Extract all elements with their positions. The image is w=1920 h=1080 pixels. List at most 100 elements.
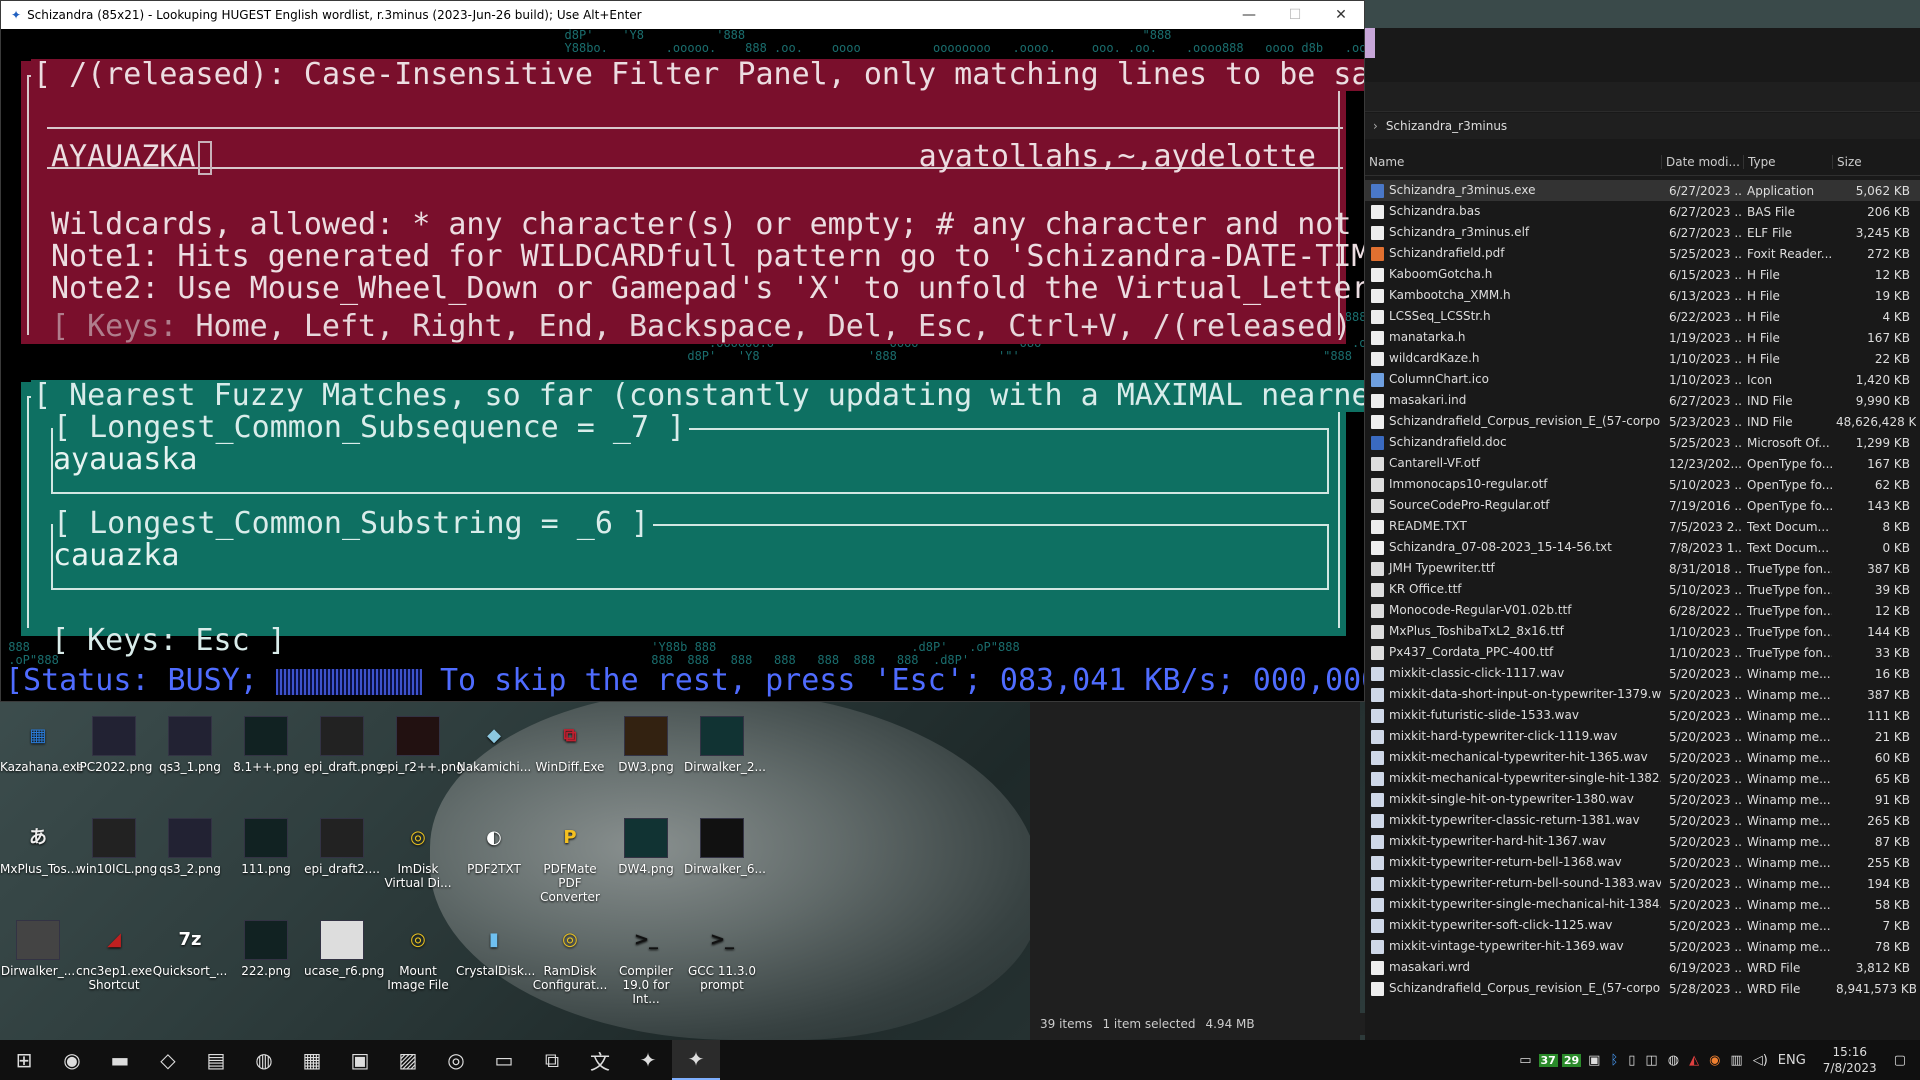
taskbar-app-yellow-icon[interactable]: ◍ <box>240 1040 288 1080</box>
desktop-icon[interactable]: 7z Quicksort_... <box>152 920 228 979</box>
column-name[interactable]: Name <box>1365 155 1661 169</box>
file-row[interactable]: mixkit-typewriter-single-mechanical-hit-… <box>1365 894 1920 915</box>
file-row[interactable]: mixkit-classic-click-1117.wav 5/20/2023 .… <box>1365 663 1920 684</box>
column-type[interactable]: Type <box>1743 154 1832 169</box>
breadcrumb-folder[interactable]: Schizandra_r3minus <box>1386 119 1507 133</box>
file-row[interactable]: Schizandrafield.doc 5/25/2023 ... Microsof… <box>1365 432 1920 453</box>
desktop-icon[interactable]: >_ GCC 11.3.0 prompt <box>684 920 760 993</box>
file-row[interactable]: Immonocaps10-regular.otf 5/10/2023 ... Ope… <box>1365 474 1920 495</box>
file-row[interactable]: Schizandra_r3minus.elf 6/27/2023 ... ELF F… <box>1365 222 1920 243</box>
desktop-icon[interactable]: 8.1++.png <box>228 716 304 774</box>
file-row[interactable]: SourceCodePro-Regular.otf 7/19/2016 ... Op… <box>1365 495 1920 516</box>
file-row[interactable]: Cantarell-VF.otf 12/23/202... OpenType fo.… <box>1365 453 1920 474</box>
file-row[interactable]: mixkit-single-hit-on-typewriter-1380.wav… <box>1365 789 1920 810</box>
desktop-icon[interactable]: Dirwalker_6... <box>684 818 766 876</box>
filter-input[interactable]: AYAUAZKA <box>51 141 212 175</box>
taskbar-notepad-icon[interactable]: ◇ <box>144 1040 192 1080</box>
desktop-icon[interactable]: ◐ PDF2TXT <box>456 818 532 877</box>
desktop-icon[interactable]: ◢ cnc3ep1.exe Shortcut <box>76 920 152 993</box>
file-row[interactable]: mixkit-typewriter-hard-hit-1367.wav 5/20/… <box>1365 831 1920 852</box>
keyboard-icon[interactable]: ▭ <box>1519 1053 1531 1068</box>
file-row[interactable]: mixkit-data-short-input-on-typewriter-13… <box>1365 684 1920 705</box>
desktop-icon[interactable]: epi_draft2.... <box>304 818 380 876</box>
desktop-icon[interactable]: >_ Compiler 19.0 for Int... <box>608 920 684 1007</box>
network-icon[interactable]: ◫ <box>1645 1053 1657 1068</box>
taskbar-paint-icon[interactable]: ▨ <box>384 1040 432 1080</box>
tray-badge-1[interactable]: 37 <box>1538 1053 1558 1067</box>
file-row[interactable]: README.TXT 7/5/2023 2... Text Docum... 8 KB <box>1365 516 1920 537</box>
taskbar-calculator-icon[interactable]: ▦ <box>288 1040 336 1080</box>
file-row[interactable]: KaboomGotcha.h 6/15/2023 ... H File 12 KB <box>1365 264 1920 285</box>
desktop-icon[interactable]: ◆ Nakamichi... <box>456 716 532 775</box>
file-row[interactable]: Kambootcha_XMM.h 6/13/2023 ... H File 19 KB <box>1365 285 1920 306</box>
language-indicator[interactable]: ENG <box>1778 1053 1806 1068</box>
file-row[interactable]: mixkit-hard-typewriter-click-1119.wav 5/2… <box>1365 726 1920 747</box>
desktop-icon[interactable]: win10ICL.png <box>76 818 157 876</box>
volume-icon[interactable]: ◁) <box>1753 1053 1768 1068</box>
desktop-icon[interactable]: DW3.png <box>608 716 684 774</box>
notifications-icon[interactable]: ▢ <box>1894 1053 1906 1068</box>
desktop-icon[interactable]: ⧉ WinDiff.Exe <box>532 716 608 775</box>
desktop-icon[interactable]: Dirwalker_2... <box>684 716 766 774</box>
maximize-button[interactable]: ☐ <box>1272 1 1318 29</box>
taskbar-terminal-icon[interactable]: ▭ <box>480 1040 528 1080</box>
desktop-icon[interactable]: epi_draft.png <box>304 716 384 774</box>
taskbar-browser-icon[interactable]: ◎ <box>432 1040 480 1080</box>
clock[interactable]: 15:16 7/8/2023 <box>1823 1044 1877 1076</box>
file-row[interactable]: Schizandra.bas 6/27/2023 ... BAS File 206 K… <box>1365 201 1920 222</box>
file-row[interactable]: mixkit-futuristic-slide-1533.wav 5/20/202… <box>1365 705 1920 726</box>
taskbar-app-purple-icon[interactable]: ▣ <box>336 1040 384 1080</box>
file-row[interactable]: Px437_Cordata_PPC-400.ttf 1/10/2023 ... Tr… <box>1365 642 1920 663</box>
file-row[interactable]: masakari.wrd 6/19/2023 ... WRD File 3,812 K… <box>1365 957 1920 978</box>
file-row[interactable]: wildcardKaze.h 1/10/2023 ... H File 22 KB <box>1365 348 1920 369</box>
usb-icon[interactable]: ▯ <box>1628 1053 1635 1068</box>
column-size[interactable]: Size <box>1832 154 1916 169</box>
console-title-bar[interactable]: ✦ Schizandra (85x21) - Lookuping HUGEST … <box>1 1 1364 29</box>
file-row[interactable]: manatarka.h 1/19/2023 ... H File 167 KB <box>1365 327 1920 348</box>
desktop-icon[interactable]: ▦ Kazahana.exe <box>0 716 84 775</box>
bluetooth-icon[interactable]: ᛒ <box>1610 1053 1618 1068</box>
desktop-icon[interactable]: ◎ RamDisk Configurat... <box>532 920 608 993</box>
file-row[interactable]: Schizandra_07-08-2023_15-14-56.txt 7/8/20… <box>1365 537 1920 558</box>
minimize-button[interactable]: — <box>1226 1 1272 29</box>
taskbar-schizandra-2-icon[interactable]: ✦ <box>672 1040 720 1080</box>
taskbar-file-explorer-icon[interactable]: ▬ <box>96 1040 144 1080</box>
file-row[interactable]: mixkit-typewriter-soft-click-1125.wav 5/2… <box>1365 915 1920 936</box>
file-row[interactable]: masakari.ind 6/27/2023 ... IND File 9,990 K… <box>1365 390 1920 411</box>
file-row[interactable]: mixkit-typewriter-return-bell-1368.wav 5/… <box>1365 852 1920 873</box>
breadcrumb[interactable]: › Schizandra_r3minus <box>1365 113 1920 139</box>
file-row[interactable]: KR Office.ttf 5/10/2023 ... TrueType fon..… <box>1365 579 1920 600</box>
file-row[interactable]: MxPlus_ToshibaTxL2_8x16.ttf 1/10/2023 ...… <box>1365 621 1920 642</box>
desktop-icon[interactable]: ◎ Mount Image File <box>380 920 456 993</box>
file-row[interactable]: mixkit-mechanical-typewriter-hit-1365.wa… <box>1365 747 1920 768</box>
desktop-icon[interactable]: ▮ CrystalDisk... <box>456 920 535 979</box>
file-row[interactable]: LCSSeq_LCSStr.h 6/22/2023 ... H File 4 KB <box>1365 306 1920 327</box>
globe-icon[interactable]: ◍ <box>1668 1053 1679 1068</box>
desktop-icon[interactable]: ◎ ImDisk Virtual Di... <box>380 818 456 891</box>
taskbar-schizandra-1-icon[interactable]: ✦ <box>624 1040 672 1080</box>
close-button[interactable]: ✕ <box>1318 1 1364 29</box>
file-row[interactable]: mixkit-vintage-typewriter-hit-1369.wav 5/… <box>1365 936 1920 957</box>
desktop-icon[interactable]: P PDFMate PDF Converter <box>532 818 608 905</box>
monitor-icon[interactable]: ▣ <box>1588 1053 1600 1068</box>
desktop-icon[interactable]: 111.png <box>228 818 304 876</box>
desktop-icon[interactable]: epi_r2++.png <box>380 716 464 774</box>
file-row[interactable]: ColumnChart.ico 1/10/2023 ... Icon 1,420 KB <box>1365 369 1920 390</box>
taskbar-winddiff-icon[interactable]: ⧉ <box>528 1040 576 1080</box>
file-row[interactable]: mixkit-mechanical-typewriter-single-hit-… <box>1365 768 1920 789</box>
printer-icon[interactable]: ▥ <box>1730 1053 1742 1068</box>
desktop-icon[interactable]: 222.png <box>228 920 304 978</box>
file-row[interactable]: JMH Typewriter.ttf 8/31/2018 ... TrueType … <box>1365 558 1920 579</box>
taskbar-firefox-icon[interactable]: ◉ <box>48 1040 96 1080</box>
taskbar-translate-icon[interactable]: 文 <box>576 1040 624 1080</box>
desktop-icon[interactable]: あ MxPlus_Tos... <box>0 818 78 877</box>
file-row[interactable]: Monocode-Regular-V01.02b.ttf 6/28/2022 ..… <box>1365 600 1920 621</box>
firefox-tray-icon[interactable]: ◉ <box>1709 1053 1720 1068</box>
desktop-icon[interactable]: ucase_r6.png <box>304 920 384 978</box>
desktop-icon[interactable]: IPC2022.png <box>76 716 152 774</box>
file-row[interactable]: mixkit-typewriter-classic-return-1381.wa… <box>1365 810 1920 831</box>
file-row[interactable]: Schizandra_r3minus.exe 6/27/2023 ... Appli… <box>1365 180 1920 201</box>
desktop-icon[interactable]: qs3_1.png <box>152 716 228 774</box>
column-date[interactable]: Date modi... <box>1661 154 1743 169</box>
taskbar-sticky-icon[interactable]: ▤ <box>192 1040 240 1080</box>
